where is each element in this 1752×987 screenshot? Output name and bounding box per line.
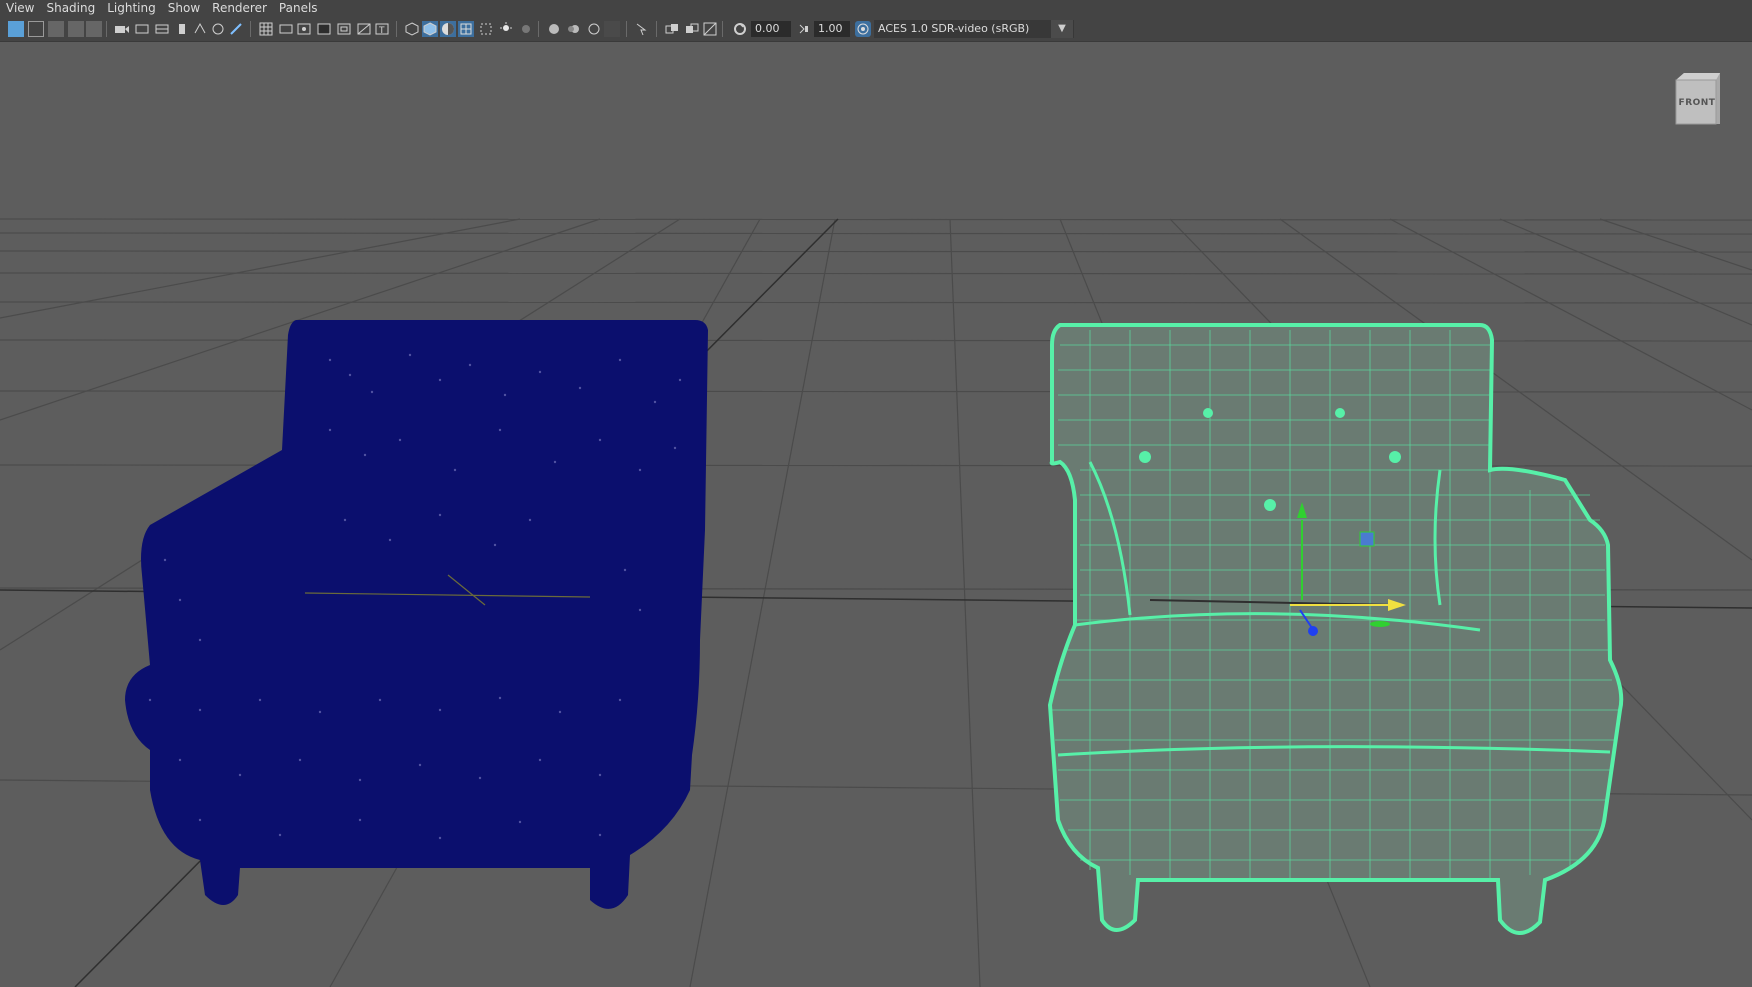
- default-material-icon[interactable]: [440, 21, 456, 37]
- grease-pencil-icon[interactable]: [134, 21, 150, 37]
- bookmark-icon[interactable]: [48, 21, 64, 37]
- toolbar-separator: [396, 21, 397, 37]
- xray-joints-icon[interactable]: [664, 21, 680, 37]
- film-gate-icon[interactable]: [154, 21, 170, 37]
- gamma-icon[interactable]: [796, 21, 812, 37]
- lights-icon[interactable]: [498, 21, 514, 37]
- smooth-shade-icon[interactable]: [422, 21, 438, 37]
- viewport-toolbar: T 0.00 1.00 ACES 1.0 SDR-video (sRGB) ▼: [0, 17, 1752, 42]
- shadows-icon[interactable]: [518, 21, 534, 37]
- safe-title-icon[interactable]: T: [374, 21, 390, 37]
- camera-attributes-icon[interactable]: [28, 21, 44, 37]
- xray-active-components-icon[interactable]: [684, 21, 700, 37]
- wireframe-on-shaded-icon[interactable]: [458, 21, 474, 37]
- select-camera-icon[interactable]: [8, 21, 24, 37]
- gamma-field[interactable]: 1.00: [814, 21, 850, 37]
- 2d-pan-zoom-icon[interactable]: [86, 21, 102, 37]
- color-management-icon[interactable]: [855, 21, 871, 37]
- menu-view[interactable]: View: [0, 0, 40, 17]
- view-transform-dropdown[interactable]: ACES 1.0 SDR-video (sRGB): [874, 20, 1074, 38]
- menu-shading[interactable]: Shading: [40, 0, 101, 17]
- toolbar-separator: [250, 21, 251, 37]
- menu-show[interactable]: Show: [162, 0, 206, 17]
- toolbar-separator: [722, 21, 723, 37]
- isolate-select-icon[interactable]: [634, 21, 650, 37]
- image-plane-icon[interactable]: [68, 21, 84, 37]
- film-gate-toggle-icon[interactable]: [278, 21, 294, 37]
- grid-icon[interactable]: [258, 21, 274, 37]
- ambient-occlusion-icon[interactable]: [546, 21, 562, 37]
- gate-mask-icon[interactable]: [316, 21, 332, 37]
- field-chart-icon[interactable]: [336, 21, 352, 37]
- toolbar-separator: [626, 21, 627, 37]
- menu-lighting[interactable]: Lighting: [101, 0, 162, 17]
- bookmark-pin-icon[interactable]: [174, 21, 190, 37]
- menu-panels[interactable]: Panels: [273, 0, 324, 17]
- z-axis-handle-icon[interactable]: [1308, 626, 1318, 636]
- exposure-field[interactable]: 0.00: [751, 21, 791, 37]
- resolution-gate-icon[interactable]: [296, 21, 312, 37]
- pan-icon[interactable]: [192, 21, 208, 37]
- menu-bar: View Shading Lighting Show Renderer Pane…: [0, 0, 1752, 17]
- anti-aliasing-icon[interactable]: [586, 21, 602, 37]
- motion-blur-icon[interactable]: [566, 21, 582, 37]
- xray-icon[interactable]: [478, 21, 494, 37]
- svg-text:T: T: [378, 26, 385, 36]
- paint-icon[interactable]: [228, 21, 244, 37]
- 3d-viewport[interactable]: [0, 42, 1752, 987]
- menu-renderer[interactable]: Renderer: [206, 0, 273, 17]
- film-camera-icon[interactable]: [114, 21, 130, 37]
- toolbar-separator: [538, 21, 539, 37]
- depth-of-field-icon[interactable]: [604, 21, 620, 37]
- center-handle-icon[interactable]: [1359, 531, 1375, 547]
- wireframe-icon[interactable]: [404, 21, 420, 37]
- orbit-icon[interactable]: [210, 21, 226, 37]
- toolbar-separator: [106, 21, 107, 37]
- backface-culling-icon[interactable]: [702, 21, 718, 37]
- view-cube-label: FRONT: [1678, 98, 1716, 108]
- safe-action-icon[interactable]: [356, 21, 372, 37]
- exposure-icon[interactable]: [732, 21, 748, 37]
- chevron-down-icon[interactable]: ▼: [1051, 20, 1073, 38]
- toolbar-separator: [656, 21, 657, 37]
